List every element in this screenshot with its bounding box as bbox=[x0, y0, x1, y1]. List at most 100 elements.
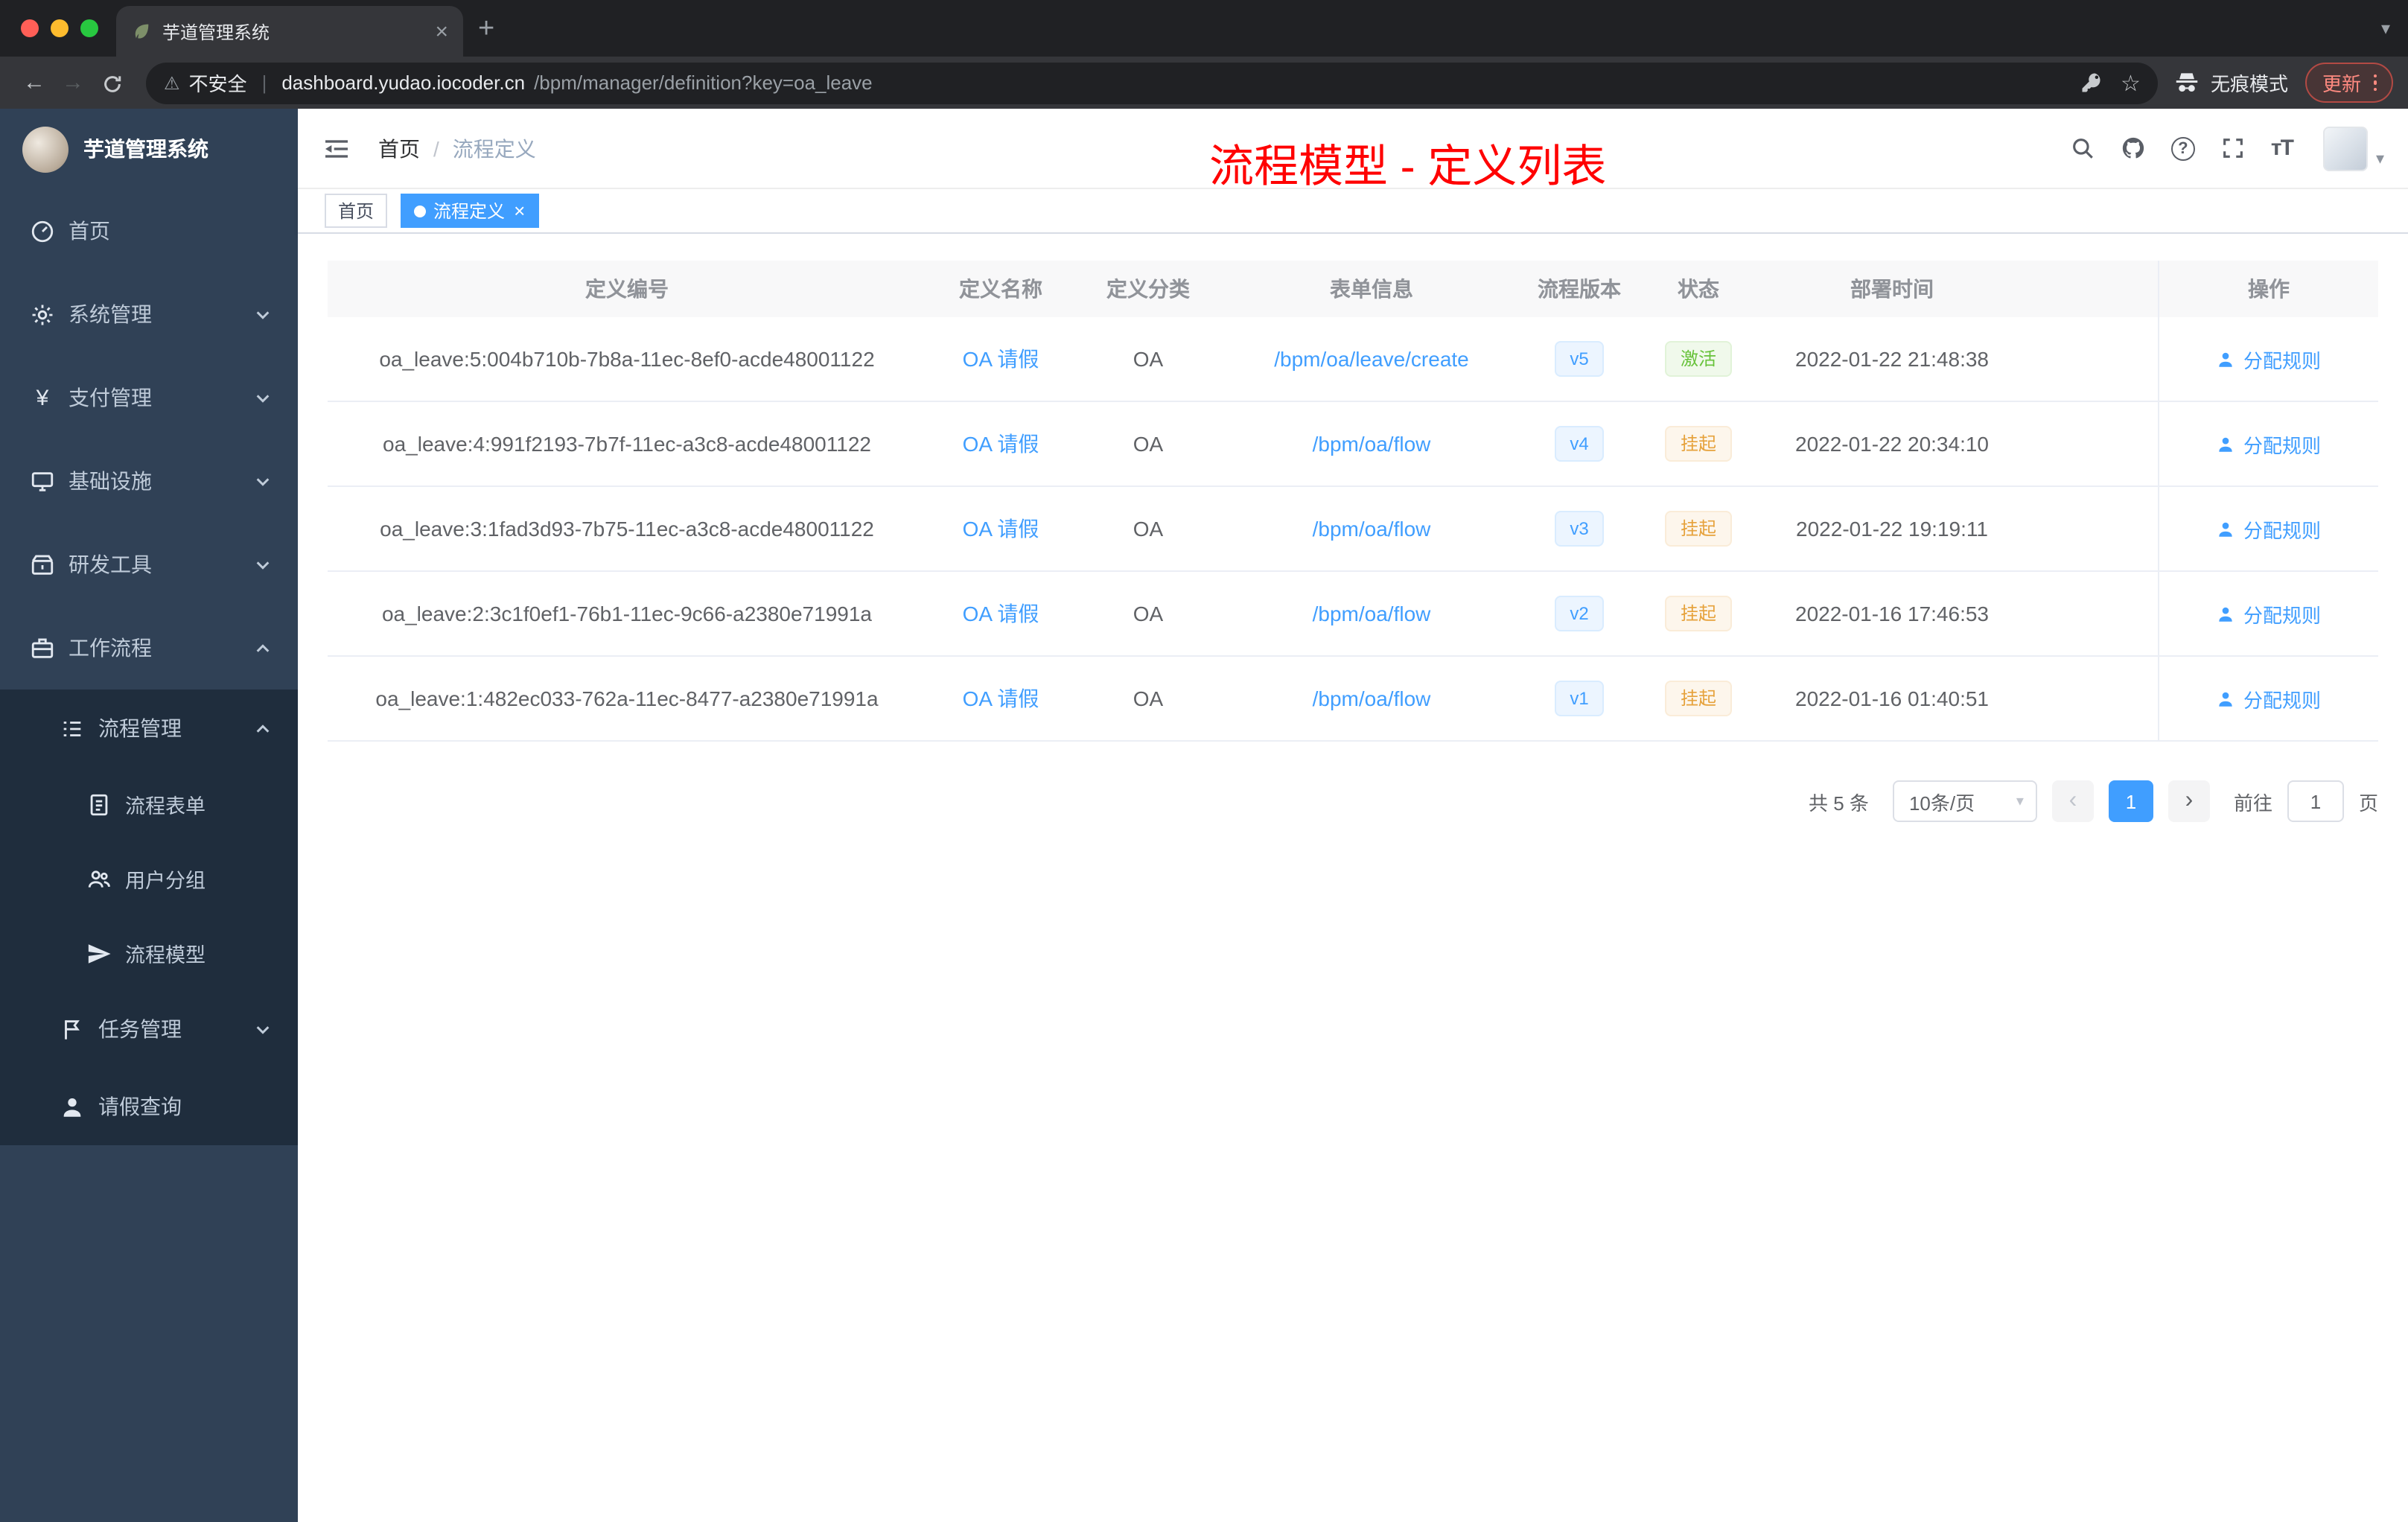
tag-close-icon[interactable]: × bbox=[514, 201, 525, 220]
favicon-leaf-icon bbox=[135, 24, 149, 39]
form-info-link[interactable]: /bpm/oa/flow bbox=[1313, 432, 1431, 456]
definition-table: 定义编号 定义名称 定义分类 表单信息 流程版本 状态 部署时间 操作 oa_l… bbox=[328, 261, 2378, 742]
assign-rule-button[interactable]: 分配规则 bbox=[2217, 684, 2321, 713]
sidebar-item-process-forms[interactable]: 流程表单 bbox=[0, 767, 298, 841]
font-size-icon[interactable]: тT bbox=[2271, 136, 2294, 161]
sidebar-logo[interactable]: 芋道管理系统 bbox=[0, 109, 298, 189]
assign-rule-button[interactable]: 分配规则 bbox=[2217, 599, 2321, 628]
table-row: oa_leave:3:1fad3d93-7b75-11ec-a3c8-acde4… bbox=[328, 487, 2378, 572]
user-menu[interactable]: ▾ bbox=[2323, 126, 2384, 171]
version-tag: v1 bbox=[1555, 681, 1604, 716]
tab-search-caret-icon[interactable]: ▾ bbox=[2381, 18, 2390, 39]
version-tag: v4 bbox=[1555, 426, 1604, 462]
tag-process-definition[interactable]: 流程定义 × bbox=[401, 194, 539, 228]
screen: 芋道管理系统 × + ▾ ← → ⚠ 不安全 | dashboard.yudao… bbox=[0, 0, 2408, 1522]
page-number-button[interactable]: 1 bbox=[2108, 780, 2153, 822]
fullscreen-icon[interactable] bbox=[2220, 136, 2246, 161]
definition-id: oa_leave:3:1fad3d93-7b75-11ec-a3c8-acde4… bbox=[380, 517, 874, 541]
tag-home[interactable]: 首页 bbox=[325, 194, 388, 228]
definition-name-link[interactable]: OA 请假 bbox=[963, 347, 1039, 371]
assign-rule-button[interactable]: 分配规则 bbox=[2217, 345, 2321, 373]
prev-page-button[interactable]: ‹ bbox=[2051, 780, 2094, 822]
definition-name-link[interactable]: OA 请假 bbox=[963, 687, 1039, 710]
status-tag: 挂起 bbox=[1665, 511, 1731, 547]
user-icon bbox=[2220, 691, 2233, 706]
form-info-link[interactable]: /bpm/oa/flow bbox=[1313, 687, 1431, 710]
brand-title: 芋道管理系统 bbox=[83, 137, 208, 161]
chevron-down-icon bbox=[256, 311, 270, 319]
back-button[interactable]: ← bbox=[15, 70, 54, 95]
search-icon[interactable] bbox=[2070, 136, 2095, 161]
definition-name-link[interactable]: OA 请假 bbox=[963, 517, 1039, 541]
new-tab-button[interactable]: + bbox=[478, 14, 494, 42]
deploy-time: 2022-01-16 01:40:51 bbox=[1795, 687, 1989, 710]
avatar[interactable] bbox=[2323, 126, 2369, 171]
sidebar-item-user-groups[interactable]: 用户分组 bbox=[0, 841, 298, 916]
assign-rule-button[interactable]: 分配规则 bbox=[2217, 430, 2321, 458]
sidebar-item-leave-query[interactable]: 请假查询 bbox=[0, 1068, 298, 1145]
goto-page-input[interactable] bbox=[2287, 780, 2344, 822]
user-icon bbox=[63, 1097, 81, 1116]
deploy-time: 2022-01-22 21:48:38 bbox=[1795, 347, 1989, 371]
reload-icon bbox=[103, 75, 121, 92]
browser-update-button[interactable]: 更新 bbox=[2305, 63, 2393, 103]
sidebar-item-dev-tools[interactable]: 研发工具 bbox=[0, 523, 298, 606]
sidebar-item-home[interactable]: 首页 bbox=[0, 189, 298, 273]
definition-category: OA bbox=[1133, 347, 1164, 371]
sidebar-item-task-management[interactable]: 任务管理 bbox=[0, 990, 298, 1068]
maximize-window-button[interactable] bbox=[80, 19, 98, 37]
version-tag: v3 bbox=[1555, 511, 1604, 547]
table-row: oa_leave:4:991f2193-7b7f-11ec-a3c8-acde4… bbox=[328, 402, 2378, 487]
update-label: 更新 bbox=[2322, 73, 2361, 95]
tab-title: 芋道管理系统 bbox=[162, 22, 270, 42]
definition-name-link[interactable]: OA 请假 bbox=[963, 602, 1039, 625]
chevron-down-icon bbox=[256, 561, 270, 569]
sidebar-item-payment[interactable]: ¥ 支付管理 bbox=[0, 356, 298, 439]
help-icon[interactable]: ? bbox=[2170, 136, 2195, 160]
main-area: 首页 / 流程定义 ? тT ▾ 流程模型 - 定义列表 首页 流程定义 × 定… bbox=[298, 109, 2408, 1522]
table-row: oa_leave:5:004b710b-7b8a-11ec-8ef0-acde4… bbox=[328, 317, 2378, 402]
sidebar-item-process-models[interactable]: 流程模型 bbox=[0, 916, 298, 990]
security-label: 不安全 bbox=[188, 73, 247, 95]
sidebar-collapse-icon[interactable] bbox=[322, 133, 351, 163]
browser-tab[interactable]: 芋道管理系统 × bbox=[116, 6, 463, 57]
forward-button[interactable]: → bbox=[54, 70, 92, 95]
password-key-icon[interactable] bbox=[2080, 71, 2103, 94]
omnibox-divider: | bbox=[261, 71, 267, 94]
incognito-spy-icon bbox=[2176, 73, 2199, 92]
breadcrumb-home[interactable]: 首页 bbox=[378, 133, 420, 163]
definition-name-link[interactable]: OA 请假 bbox=[963, 432, 1039, 456]
logo-avatar bbox=[22, 126, 69, 172]
form-info-link[interactable]: /bpm/oa/flow bbox=[1313, 602, 1431, 625]
minimize-window-button[interactable] bbox=[51, 19, 69, 37]
col-form-info: 表单信息 bbox=[1330, 277, 1413, 301]
sidebar-item-workflow[interactable]: 工作流程 bbox=[0, 606, 298, 690]
bookmark-star-icon[interactable]: ☆ bbox=[2121, 69, 2141, 96]
sidebar-item-process-management[interactable]: 流程管理 bbox=[0, 690, 298, 767]
caret-down-icon: ▾ bbox=[2016, 793, 2024, 809]
app-root: 芋道管理系统 首页 系统管理 ¥ 支付管理 基础设施 研发工具 工作流程 流程管… bbox=[0, 109, 2408, 1522]
browser-menu-icon[interactable] bbox=[2373, 74, 2377, 92]
users-icon bbox=[88, 870, 110, 887]
chevron-down-icon bbox=[256, 394, 270, 402]
user-icon bbox=[2220, 351, 2233, 366]
tab-close-icon[interactable]: × bbox=[435, 20, 448, 42]
status-tag: 激活 bbox=[1665, 341, 1731, 377]
sidebar-item-infrastructure[interactable]: 基础设施 bbox=[0, 439, 298, 523]
next-page-button[interactable]: › bbox=[2167, 780, 2210, 822]
col-process-version: 流程版本 bbox=[1538, 277, 1621, 301]
assign-rule-button[interactable]: 分配规则 bbox=[2217, 515, 2321, 543]
incognito-label: 无痕模式 bbox=[2210, 73, 2288, 95]
reload-button[interactable] bbox=[92, 70, 131, 95]
definition-category: OA bbox=[1133, 687, 1164, 710]
close-window-button[interactable] bbox=[21, 19, 39, 37]
form-info-link[interactable]: /bpm/oa/leave/create bbox=[1274, 347, 1469, 371]
goto-label: 前往 bbox=[2233, 792, 2272, 814]
page-size-select[interactable]: 10条/页 ▾ bbox=[1892, 780, 2037, 822]
github-icon[interactable] bbox=[2121, 136, 2146, 161]
window-controls[interactable] bbox=[21, 19, 98, 37]
col-definition-category: 定义分类 bbox=[1106, 277, 1190, 301]
sidebar-item-system[interactable]: 系统管理 bbox=[0, 273, 298, 356]
form-info-link[interactable]: /bpm/oa/flow bbox=[1313, 517, 1431, 541]
address-bar[interactable]: ⚠ 不安全 | dashboard.yudao.iocoder.cn/bpm/m… bbox=[146, 62, 2159, 104]
